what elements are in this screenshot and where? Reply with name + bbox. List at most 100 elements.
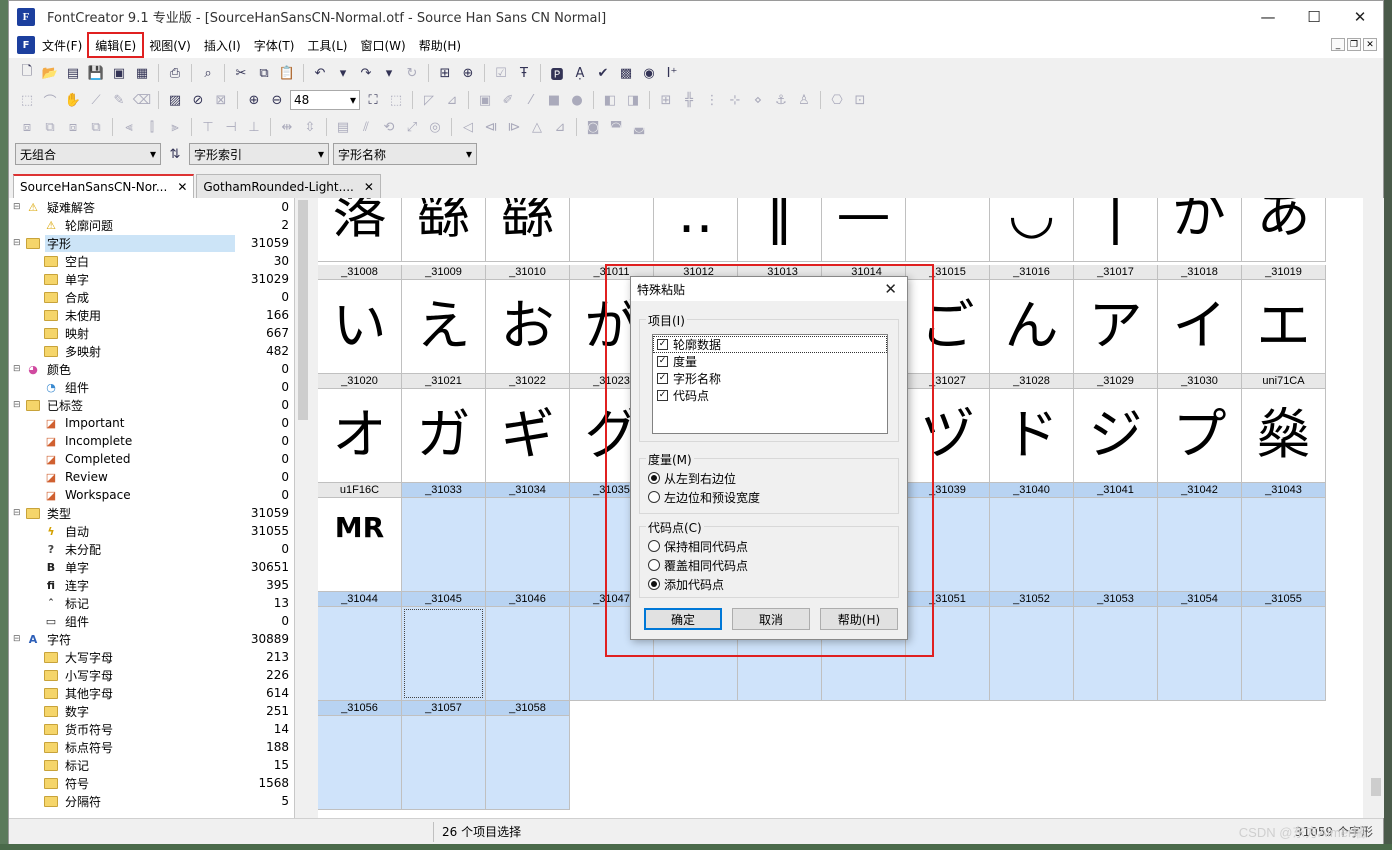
glyph-cell[interactable]: 繇 bbox=[402, 198, 486, 262]
lasso-icon[interactable]: ⌒ bbox=[40, 90, 60, 110]
tree-item[interactable]: 货币符号 14 bbox=[9, 720, 294, 738]
glyph-cell[interactable]: ‥ bbox=[654, 198, 738, 262]
glyph-cell[interactable]: _31055 bbox=[1242, 592, 1326, 701]
tree-item[interactable]: 大写字母 213 bbox=[9, 648, 294, 666]
menu-tools[interactable]: 工具(L) bbox=[301, 34, 353, 56]
ok-button[interactable]: 确定 bbox=[644, 608, 722, 630]
tree-item[interactable]: 合成 0 bbox=[9, 288, 294, 306]
add-glyphs-icon[interactable]: ⊕ bbox=[458, 63, 478, 83]
radio-selected-icon[interactable] bbox=[648, 472, 660, 484]
glyph-cell[interactable]: _31017 ア bbox=[1074, 265, 1158, 374]
menu-view[interactable]: 视图(V) bbox=[143, 34, 197, 56]
glyph-cell[interactable]: ⁀ bbox=[906, 198, 990, 262]
tree-item[interactable]: ◪ Completed 0 bbox=[9, 450, 294, 468]
tree-item[interactable]: 空白 30 bbox=[9, 252, 294, 270]
close-icon[interactable]: ✕ bbox=[177, 180, 187, 194]
undo-dropdown-icon[interactable]: ▾ bbox=[333, 63, 353, 83]
zoom-out-icon[interactable]: ⊖ bbox=[267, 90, 287, 110]
tree-item[interactable]: 符号 1568 bbox=[9, 774, 294, 792]
tree-item[interactable]: ? 未分配 0 bbox=[9, 540, 294, 558]
tree-item[interactable]: 映射 667 bbox=[9, 324, 294, 342]
flip-left-icon[interactable]: ◁ bbox=[458, 117, 478, 137]
metrics-view-icon[interactable]: ⋄ bbox=[748, 90, 768, 110]
glyph-cell[interactable]: _31046 bbox=[486, 592, 570, 701]
glyph-cell[interactable]: | bbox=[1074, 198, 1158, 262]
anchor-icon[interactable]: ⚓ bbox=[771, 90, 791, 110]
handles-icon[interactable]: ⊹ bbox=[725, 90, 745, 110]
cut-icon[interactable]: ✂ bbox=[231, 63, 251, 83]
glyph-cell[interactable]: _31010 お bbox=[486, 265, 570, 374]
tree-item[interactable]: ◪ Important 0 bbox=[9, 414, 294, 432]
tree-item[interactable]: ⚠ 轮廓问题 2 bbox=[9, 216, 294, 234]
web-icon[interactable]: ◉ bbox=[639, 63, 659, 83]
tree-item[interactable]: ◪ Incomplete 0 bbox=[9, 432, 294, 450]
glyph-cell[interactable]: _31051 bbox=[906, 592, 990, 701]
metrics-option-ltr[interactable]: 从左到右边位 bbox=[648, 469, 736, 487]
tree-item[interactable]: ◪ Workspace 0 bbox=[9, 486, 294, 504]
glyph-cell[interactable]: _31054 bbox=[1158, 592, 1242, 701]
refresh-icon[interactable]: ↻ bbox=[402, 63, 422, 83]
radio-icon[interactable] bbox=[648, 540, 660, 552]
minimize-button[interactable]: — bbox=[1245, 1, 1291, 32]
glyph-cell[interactable]: _31045 bbox=[402, 592, 486, 701]
combination-select[interactable]: 无组合 ▾ bbox=[15, 143, 161, 165]
glyph-cell[interactable] bbox=[570, 198, 654, 262]
glyph-cell[interactable]: _31043 bbox=[1242, 483, 1326, 592]
item-metrics[interactable]: ✓ 度量 bbox=[653, 353, 887, 370]
align-left-icon[interactable]: ⫷ bbox=[119, 117, 139, 137]
glyph-cell[interactable]: _31039 bbox=[906, 483, 990, 592]
fit-all-icon[interactable]: ⬚ bbox=[386, 90, 406, 110]
metrics-option-lsb[interactable]: 左边位和预设宽度 bbox=[648, 488, 760, 506]
tree-item[interactable]: 多映射 482 bbox=[9, 342, 294, 360]
items-listbox[interactable]: ✓ 轮廓数据 ✓ 度量 ✓ 字形名称 ✓ 代码点 bbox=[652, 334, 888, 434]
glyph-cell[interactable]: あ bbox=[1242, 198, 1326, 262]
install-icon[interactable]: Ι⁺ bbox=[662, 63, 682, 83]
zoom-in-icon[interactable]: ⊕ bbox=[244, 90, 264, 110]
tree-item[interactable]: ⊟ 已标签 0 bbox=[9, 396, 294, 414]
glyph-cell[interactable]: _31015 ご bbox=[906, 265, 990, 374]
tree-item[interactable]: B 单字 30651 bbox=[9, 558, 294, 576]
add-glyph-icon[interactable]: ⊞ bbox=[435, 63, 455, 83]
tree-item[interactable]: 标点符号 188 bbox=[9, 738, 294, 756]
component-view-icon[interactable]: ⎔ bbox=[827, 90, 847, 110]
sort-icon[interactable]: ⇅ bbox=[165, 144, 185, 164]
distribute-v-icon[interactable]: ⇳ bbox=[300, 117, 320, 137]
union-icon[interactable]: ◙ bbox=[583, 117, 603, 137]
tree-item[interactable]: ⊟ ⚠ 疑难解答 0 bbox=[9, 198, 294, 216]
hinting-icon[interactable]: ⊡ bbox=[850, 90, 870, 110]
tree-item[interactable]: 单字 31029 bbox=[9, 270, 294, 288]
tree-item[interactable]: ◪ Review 0 bbox=[9, 468, 294, 486]
radio-selected-icon[interactable] bbox=[648, 578, 660, 590]
menu-file[interactable]: 文件(F) bbox=[36, 34, 88, 56]
tree-item[interactable]: 标记 15 bbox=[9, 756, 294, 774]
flip-h-icon[interactable]: ⧏ bbox=[481, 117, 501, 137]
expander-icon[interactable]: ⊟ bbox=[13, 364, 23, 374]
mdi-minimize-button[interactable]: _ bbox=[1331, 38, 1345, 51]
tab-gotham-rounded[interactable]: GothamRounded-Light.... ✕ bbox=[196, 174, 381, 198]
round-icon[interactable]: ◎ bbox=[425, 117, 445, 137]
glyph-cell[interactable]: u1F16C MR bbox=[318, 483, 402, 592]
expander-icon[interactable]: ⊟ bbox=[13, 634, 23, 644]
tree-item[interactable]: ▭ 组件 0 bbox=[9, 612, 294, 630]
glyph-cell[interactable]: _31028 ド bbox=[990, 374, 1074, 483]
copy-icon[interactable]: ⧉ bbox=[254, 63, 274, 83]
glyph-cell[interactable]: ◡ bbox=[990, 198, 1074, 262]
rectangle-icon[interactable]: ■ bbox=[544, 90, 564, 110]
close-button[interactable]: ✕ bbox=[1337, 1, 1383, 32]
grid-toggle-icon[interactable]: ⊘ bbox=[188, 90, 208, 110]
save-all-icon[interactable]: ▣ bbox=[109, 63, 129, 83]
tree-item[interactable]: ﬁ 连字 395 bbox=[9, 576, 294, 594]
glyph-cell[interactable]: _31044 bbox=[318, 592, 402, 701]
glyph-cell[interactable]: _31052 bbox=[990, 592, 1074, 701]
scrollbar-thumb[interactable] bbox=[1371, 778, 1381, 796]
cancel-button[interactable]: 取消 bbox=[732, 608, 810, 630]
reverse-icon[interactable]: ⊿ bbox=[550, 117, 570, 137]
item-codepoint[interactable]: ✓ 代码点 bbox=[653, 387, 887, 404]
brush-icon[interactable]: ⁄ bbox=[521, 90, 541, 110]
glyph-cell[interactable]: _31058 bbox=[486, 701, 570, 810]
node-tool-icon[interactable]: ⊿ bbox=[442, 90, 462, 110]
menu-edit[interactable]: 编辑(E) bbox=[87, 32, 145, 58]
menu-insert[interactable]: 插入(I) bbox=[198, 34, 247, 56]
test-font-icon[interactable]: Ŧ bbox=[514, 63, 534, 83]
glyph-cell[interactable]: _31040 bbox=[990, 483, 1074, 592]
